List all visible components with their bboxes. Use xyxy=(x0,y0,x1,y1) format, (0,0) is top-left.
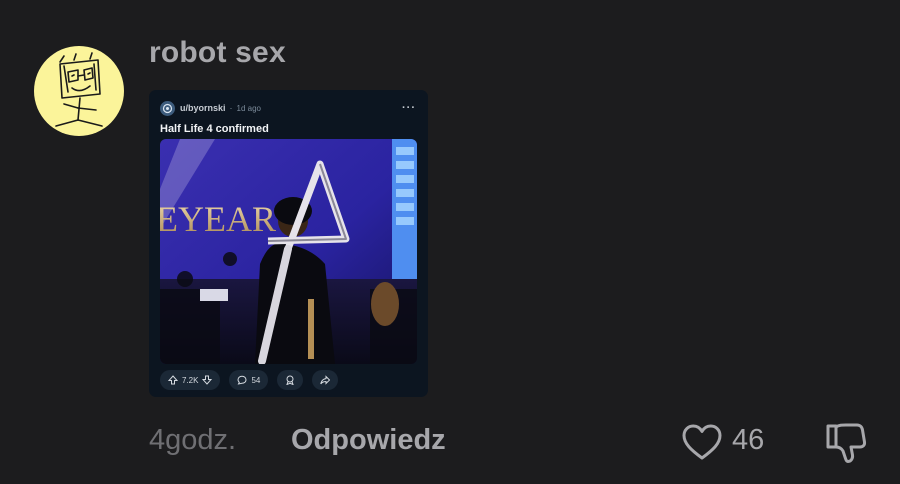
like-button[interactable] xyxy=(681,422,723,464)
stick-figure-avatar-icon xyxy=(55,52,103,127)
comments-button[interactable]: 54 xyxy=(229,370,269,390)
avatar[interactable] xyxy=(34,46,124,136)
award-button[interactable] xyxy=(277,370,304,390)
upvote-count: 7.2K xyxy=(182,375,199,385)
video-backdrop-text: EYEAR xyxy=(160,199,276,239)
post-author[interactable]: u/byornski xyxy=(180,103,226,113)
share-icon xyxy=(320,375,331,385)
upvote-icon[interactable] xyxy=(168,375,178,385)
like-count: 46 xyxy=(732,424,765,456)
vote-pill: 7.2K xyxy=(160,370,221,390)
comment-bubble-icon xyxy=(237,375,247,385)
thumbs-down-icon xyxy=(826,423,867,463)
heart-icon xyxy=(682,424,722,460)
post-video-thumbnail[interactable]: EYEAR xyxy=(160,139,417,364)
award-icon xyxy=(286,375,295,385)
dislike-button[interactable] xyxy=(824,420,868,466)
separator-dot: · xyxy=(229,103,233,113)
post-actions: 7.2K 54 xyxy=(160,370,339,390)
share-button[interactable] xyxy=(312,370,339,390)
comment-author[interactable]: robot sex xyxy=(149,36,286,70)
comment-count: 54 xyxy=(251,375,261,385)
subreddit-icon xyxy=(160,100,175,116)
embedded-post-card[interactable]: u/byornski · 1d ago ··· Half Life 4 conf… xyxy=(149,90,428,397)
post-header: u/byornski · 1d ago ··· xyxy=(160,100,416,116)
comment-timestamp: 4godz. xyxy=(149,424,237,456)
reply-button[interactable]: Odpowiedz xyxy=(291,424,446,457)
post-age: 1d ago xyxy=(236,103,261,113)
post-title[interactable]: Half Life 4 confirmed xyxy=(160,123,269,135)
downvote-icon[interactable] xyxy=(202,375,213,385)
more-options-icon[interactable]: ··· xyxy=(402,102,416,114)
